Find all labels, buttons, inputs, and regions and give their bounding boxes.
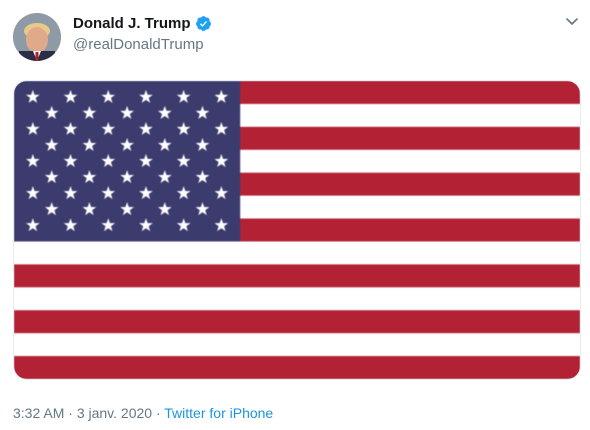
display-name[interactable]: Donald J. Trump <box>73 15 191 32</box>
verified-badge-icon <box>195 15 212 32</box>
author-name-row: Donald J. Trump <box>73 15 212 32</box>
tweet-time[interactable]: 3:32 AM <box>13 405 64 421</box>
author-handle[interactable]: @realDonaldTrump <box>73 36 204 53</box>
flag-stripe <box>14 287 580 311</box>
meta-separator: · <box>64 405 77 421</box>
tweet-source-link[interactable]: Twitter for iPhone <box>164 405 273 421</box>
flag-stripe <box>14 264 580 288</box>
flag-stripe <box>14 241 580 265</box>
tweet-card: Donald J. Trump @realDonaldTrump 3:32 AM… <box>0 0 590 430</box>
tweet-media-image[interactable] <box>13 80 581 380</box>
meta-separator: · <box>152 405 165 421</box>
flag-stripe <box>14 333 580 357</box>
us-flag-icon <box>14 81 580 379</box>
avatar[interactable] <box>13 13 61 61</box>
tweet-meta: 3:32 AM · 3 janv. 2020 · Twitter for iPh… <box>13 405 273 421</box>
chevron-down-icon[interactable] <box>563 13 581 31</box>
flag-canton <box>14 81 241 242</box>
flag-stripe <box>14 356 580 379</box>
tweet-date[interactable]: 3 janv. 2020 <box>77 405 152 421</box>
flag-stripe <box>14 310 580 334</box>
avatar-image <box>13 13 61 61</box>
